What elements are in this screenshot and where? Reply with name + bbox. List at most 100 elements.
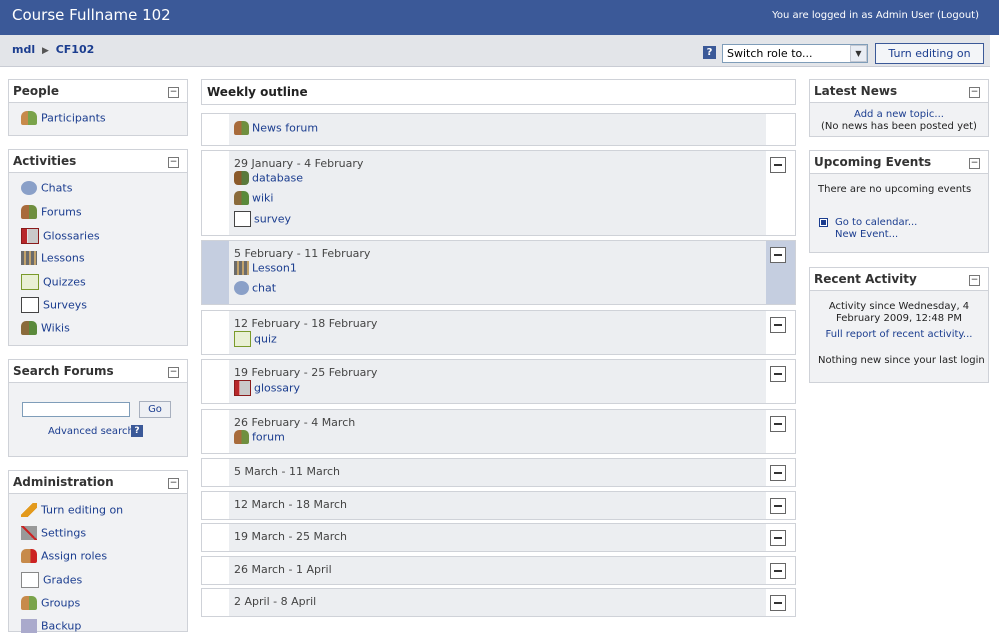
pencil-icon: [21, 503, 37, 517]
logout-link[interactable]: (Logout): [937, 10, 979, 21]
course-section: 19 February - 25 February glossary: [201, 359, 796, 404]
activity-lesson1[interactable]: Lesson1: [234, 261, 297, 275]
course-section: 12 February - 18 February quiz: [201, 310, 796, 355]
sidebar-item-quizzes[interactable]: Quizzes: [21, 274, 86, 292]
sidebar-item-label: Participants: [41, 111, 106, 125]
activity-forum[interactable]: forum: [234, 430, 285, 444]
section-date: 12 March - 18 March: [234, 498, 348, 511]
navigation-bar: mdl ▶ CF102 ? Switch role to... ▼ Turn e…: [0, 35, 990, 67]
quiz-icon: [21, 274, 39, 290]
full-report-link[interactable]: Full report of recent activity...: [810, 329, 988, 340]
sidebar-item-label: Groups: [41, 596, 81, 610]
activity-label: database: [252, 171, 303, 185]
collapse-icon[interactable]: −: [969, 275, 980, 286]
collapse-section-icon[interactable]: [770, 563, 786, 579]
activity-news-forum[interactable]: News forum: [234, 121, 318, 135]
database-icon: [234, 171, 249, 185]
collapse-section-icon[interactable]: [770, 366, 786, 382]
sidebar-item-chats[interactable]: Chats: [21, 181, 72, 199]
collapse-icon[interactable]: −: [969, 158, 980, 169]
sidebar-item-label: Glossaries: [43, 229, 100, 243]
collapse-section-icon[interactable]: [770, 317, 786, 333]
breadcrumb-course[interactable]: CF102: [56, 43, 95, 56]
activity-wiki[interactable]: wiki: [234, 191, 273, 205]
block-header: Recent Activity −: [810, 268, 988, 291]
new-event-link[interactable]: New Event...: [835, 229, 898, 240]
collapse-icon[interactable]: −: [168, 478, 179, 489]
collapse-section-icon[interactable]: [770, 498, 786, 514]
switch-role-select[interactable]: Switch role to... ▼: [722, 44, 868, 63]
block-title: People: [13, 84, 60, 98]
section-date: 26 March - 1 April: [234, 563, 332, 576]
search-go-button[interactable]: Go: [139, 401, 171, 418]
sidebar-item-backup[interactable]: Backup: [21, 619, 81, 637]
collapse-icon[interactable]: −: [168, 367, 179, 378]
block-title: Search Forums: [13, 364, 114, 378]
breadcrumb-home[interactable]: mdl: [12, 43, 35, 56]
sidebar-item-label: Grades: [43, 573, 83, 587]
section-date: 5 March - 11 March: [234, 465, 341, 478]
chat-icon: [234, 281, 249, 295]
activity-chat[interactable]: chat: [234, 281, 276, 295]
block-title: Latest News: [814, 84, 898, 98]
sidebar-item-participants[interactable]: Participants: [21, 111, 106, 129]
activity-since-line2: February 2009, 12:48 PM: [836, 313, 962, 324]
no-news-text: (No news has been posted yet): [821, 121, 977, 132]
sidebar-item-glossaries[interactable]: Glossaries: [21, 228, 100, 246]
collapse-section-icon[interactable]: [770, 247, 786, 263]
sidebar-item-settings[interactable]: Settings: [21, 526, 86, 544]
activity-label: quiz: [254, 332, 277, 346]
help-icon[interactable]: ?: [131, 425, 143, 437]
nothing-new-text: Nothing new since your last login: [818, 355, 985, 366]
sidebar-item-groups[interactable]: Groups: [21, 596, 80, 614]
sidebar-item-wikis[interactable]: Wikis: [21, 321, 70, 339]
block-header: Search Forums −: [9, 360, 187, 383]
sidebar-item-assign-roles[interactable]: Assign roles: [21, 549, 107, 567]
sidebar-item-surveys[interactable]: Surveys: [21, 297, 87, 315]
groups-icon: [21, 596, 37, 610]
activity-label: Lesson1: [252, 261, 297, 275]
help-icon[interactable]: ?: [703, 46, 716, 59]
sidebar-item-lessons[interactable]: Lessons: [21, 251, 85, 269]
sidebar-item-turn-editing-on[interactable]: Turn editing on: [21, 503, 123, 521]
section-date: 26 February - 4 March: [234, 416, 356, 429]
activity-quiz[interactable]: quiz: [234, 331, 277, 347]
advanced-search-link[interactable]: Advanced search: [48, 426, 134, 437]
quiz-icon: [234, 331, 251, 347]
course-section: 26 March - 1 April: [201, 556, 796, 585]
lesson-icon: [234, 261, 249, 275]
sidebar-item-label: Quizzes: [43, 275, 86, 289]
go-to-calendar-link[interactable]: Go to calendar...: [835, 217, 917, 228]
add-topic-link[interactable]: Add a new topic...: [810, 109, 988, 120]
forum-icon: [234, 121, 249, 135]
administration-block: Administration − Turn editing on Setting…: [8, 470, 188, 633]
chevron-down-icon[interactable]: ▼: [850, 45, 867, 62]
chat-icon: [21, 181, 37, 195]
section-date: 2 April - 8 April: [234, 595, 317, 608]
collapse-icon[interactable]: −: [969, 87, 980, 98]
collapse-section-icon[interactable]: [770, 530, 786, 546]
activity-glossary[interactable]: glossary: [234, 380, 300, 396]
collapse-section-icon[interactable]: [770, 595, 786, 611]
collapse-section-icon[interactable]: [770, 157, 786, 173]
collapse-icon[interactable]: −: [168, 157, 179, 168]
survey-icon: [234, 211, 251, 227]
turn-editing-on-button[interactable]: Turn editing on: [875, 43, 984, 64]
activity-database[interactable]: database: [234, 171, 303, 185]
block-title: Recent Activity: [814, 272, 917, 286]
collapse-section-icon[interactable]: [770, 416, 786, 432]
sidebar-item-label: Forums: [41, 205, 82, 219]
collapse-icon[interactable]: −: [168, 87, 179, 98]
activity-survey[interactable]: survey: [234, 211, 291, 227]
activities-block: Activities − Chats Forums Glossaries Les…: [8, 149, 188, 346]
sidebar-item-forums[interactable]: Forums: [21, 205, 82, 223]
course-section: 19 March - 25 March: [201, 523, 796, 552]
breadcrumb: mdl ▶ CF102: [12, 43, 94, 56]
sidebar-item-grades[interactable]: Grades: [21, 572, 82, 590]
search-input[interactable]: [22, 402, 130, 417]
sidebar-item-label: Settings: [41, 526, 87, 540]
sidebar-item-label: Backup: [41, 619, 82, 633]
collapse-section-icon[interactable]: [770, 465, 786, 481]
wiki-icon: [234, 191, 249, 205]
weekly-outline-header: Weekly outline: [201, 79, 796, 105]
